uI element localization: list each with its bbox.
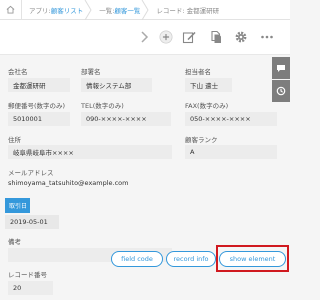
tel-label: TEL(数字のみ) <box>81 102 124 110</box>
company-name-value: 金都運研研 <box>8 78 70 92</box>
email-label: メールアドレス <box>8 169 54 177</box>
add-icon[interactable] <box>158 29 174 45</box>
breadcrumb-record: レコード: 金都運研研 <box>146 0 225 20</box>
breadcrumb-app-link[interactable]: 顧客リスト <box>51 5 84 15</box>
fax-value: 050-××××-×××× <box>185 112 277 126</box>
department-value: 情報システム部 <box>81 78 152 92</box>
field-code-button[interactable]: field code <box>111 251 163 267</box>
breadcrumb-app-prefix: アプリ: <box>29 6 51 15</box>
company-name-label: 会社名 <box>8 68 28 76</box>
email-value[interactable]: shimoyama_tatsuhito@example.com <box>8 179 128 187</box>
deal-date-value: 2019-05-01 <box>5 215 59 229</box>
more-icon[interactable] <box>259 29 275 45</box>
address-value: 岐阜県岐阜市×××× <box>8 145 172 159</box>
breadcrumb-list[interactable]: 一覧: 顧客一覧 <box>89 0 149 20</box>
department-label: 部署名 <box>81 68 101 76</box>
history-icon[interactable] <box>272 80 290 102</box>
breadcrumb-record-label: レコード: 金都運研研 <box>156 6 220 15</box>
breadcrumb-list-link[interactable]: 顧客一覧 <box>114 5 140 15</box>
record-toolbar <box>0 20 290 55</box>
postal-code-label: 郵便番号(数字のみ) <box>8 102 66 110</box>
comment-icon[interactable] <box>272 57 290 79</box>
tel-value: 090-××××-×××× <box>81 112 171 126</box>
breadcrumb: アプリ: 顧客リスト 一覧: 顧客一覧 レコード: 金都運研研 <box>0 0 290 20</box>
section-heading: 取引日 <box>5 198 30 213</box>
breadcrumb-list-prefix: 一覧: <box>99 6 115 15</box>
fax-label: FAX(数字のみ) <box>185 102 229 110</box>
customer-rank-value: A <box>185 145 277 159</box>
record-number-value: 20 <box>8 281 53 295</box>
record-info-button[interactable]: record info <box>166 251 216 267</box>
duplicate-icon[interactable] <box>208 29 224 45</box>
edit-icon[interactable] <box>181 29 197 45</box>
person-in-charge-value: 下山 遣士 <box>185 78 232 92</box>
chevron-right-icon[interactable] <box>136 29 152 45</box>
highlight-box <box>216 245 289 272</box>
postal-code-value: 5010001 <box>8 112 70 126</box>
home-icon[interactable] <box>0 0 22 20</box>
record-number-label: レコード番号 <box>8 271 47 279</box>
person-in-charge-label: 担当者名 <box>185 68 211 76</box>
notes-label: 備考 <box>8 238 21 246</box>
breadcrumb-app[interactable]: アプリ: 顧客リスト <box>22 0 92 20</box>
address-label: 住所 <box>8 136 21 144</box>
customer-rank-label: 顧客ランク <box>185 136 218 144</box>
gear-icon[interactable] <box>233 29 249 45</box>
